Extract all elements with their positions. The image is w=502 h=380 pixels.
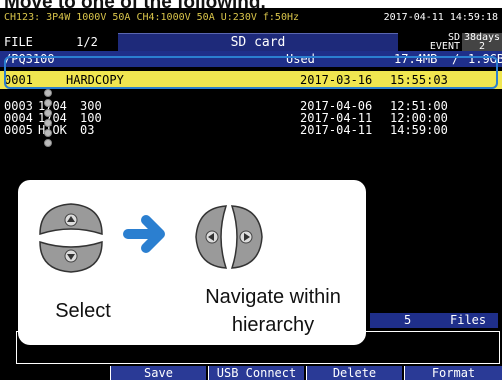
delete-button[interactable]: Delete [306, 366, 402, 380]
file-date: 2017-03-16 [300, 73, 373, 87]
storage-info: SD EVENT [400, 33, 460, 52]
file-name: HARDCOPY [66, 73, 124, 87]
file-index: 0001 [4, 73, 33, 87]
mode-row: FILE 1/2 SD card SD EVENT 38days 2 [0, 33, 502, 52]
up-down-keys-icon [39, 203, 103, 273]
screen-group: FILE 1/2 [4, 33, 116, 51]
screen-title: SD card [118, 33, 398, 51]
left-right-keys-icon [195, 205, 263, 269]
capacity-separator: / [452, 52, 460, 66]
arrow-right-icon [123, 215, 165, 253]
navigate-label-line2: hierarchy [231, 314, 315, 336]
file-count-label: Files [450, 313, 487, 327]
format-button[interactable]: Format [404, 366, 502, 380]
used-value: 17.4MB [394, 52, 438, 66]
event-count: 2 [478, 41, 486, 52]
folder-path-bar: /PQ3100 Used 17.4MB / 1.9GB [0, 51, 502, 67]
softkey-bar: Save USB Connect Delete Format [0, 366, 502, 380]
key-guide-panel: Select Navigate within hierarchy [18, 180, 366, 345]
file-time: 14:59:00 [390, 123, 448, 137]
page-indicator: 1/2 [76, 35, 98, 49]
folder-path: /PQ3100 [4, 52, 55, 66]
datetime-readout: 2017-04-11 14:59:18 [383, 12, 498, 23]
device-screen: CH123: 3P4W 1000V 50A CH4:1000V 50A U:23… [0, 8, 502, 380]
capacity-value: 1.9GB [468, 52, 502, 66]
usb-connect-button[interactable]: USB Connect [208, 366, 304, 380]
file-time: 15:55:03 [390, 73, 448, 87]
file-row[interactable]: 0005 HIOK 03 2017-04-11 14:59:00 [0, 123, 502, 137]
file-name: HIOK [38, 123, 67, 137]
file-name-tail: 03 [80, 123, 95, 137]
used-label: Used [286, 52, 315, 66]
save-button[interactable]: Save [110, 366, 206, 380]
select-label: Select [55, 300, 111, 322]
channel-info: CH123: 3P4W 1000V 50A CH4:1000V 50A U:23… [4, 12, 300, 23]
file-count-bar: 5 Files [370, 313, 498, 328]
file-count: 5 [404, 313, 412, 327]
file-tab-label: FILE [4, 35, 33, 49]
file-index: 0005 [4, 123, 33, 137]
navigate-label-line1: Navigate within [205, 286, 341, 308]
status-bar: CH123: 3P4W 1000V 50A CH4:1000V 50A U:23… [0, 8, 502, 23]
event-counter-box: 38days 2 [462, 33, 502, 52]
event-label: EVENT [429, 41, 460, 52]
file-date: 2017-04-11 [300, 123, 373, 137]
file-row-selected[interactable]: 0001 HARDCOPY 2017-03-16 15:55:03 [0, 71, 502, 89]
